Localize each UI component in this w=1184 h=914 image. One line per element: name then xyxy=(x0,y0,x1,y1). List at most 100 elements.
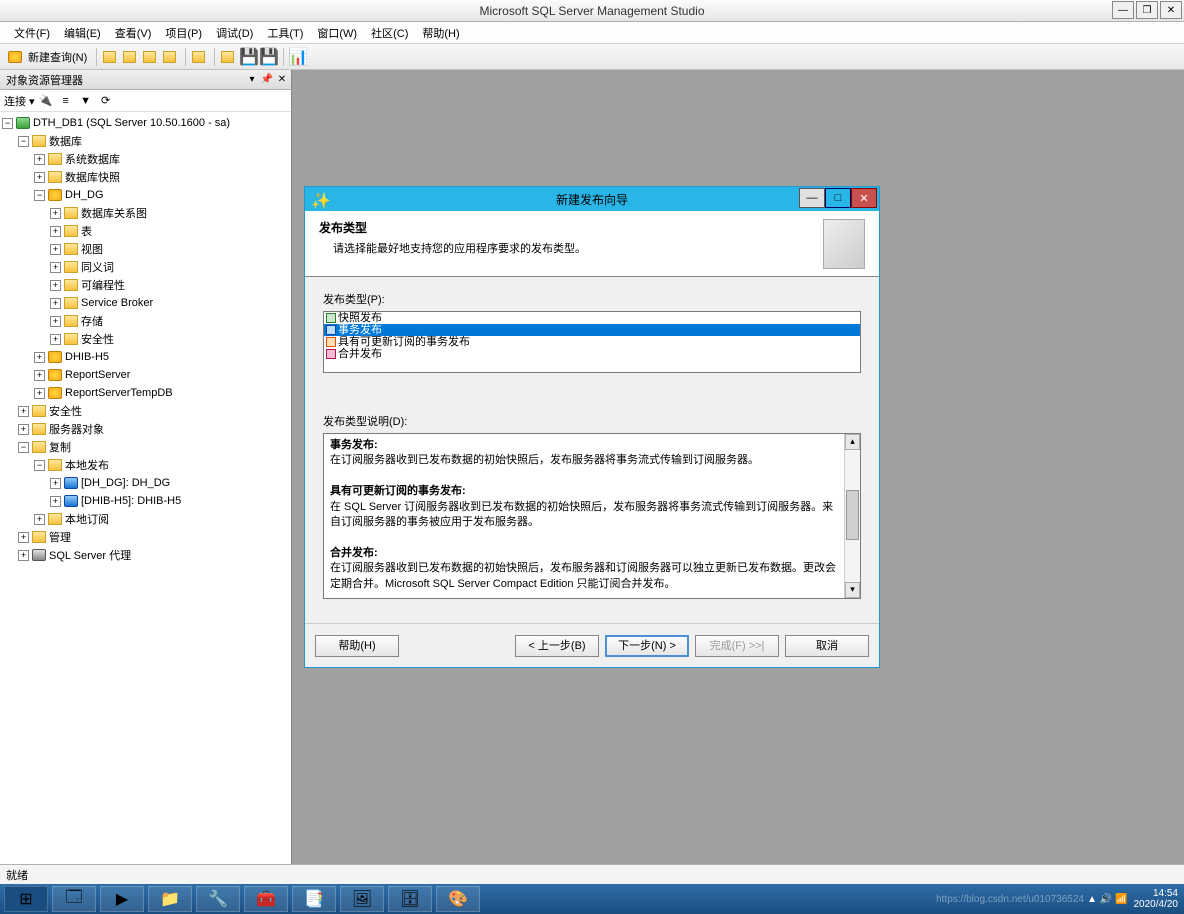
expand-icon[interactable]: + xyxy=(18,424,29,435)
dialog-close-button[interactable]: ✕ xyxy=(851,188,877,208)
expand-icon[interactable]: + xyxy=(50,478,61,489)
tree-localsub-node[interactable]: +本地订阅 xyxy=(2,510,289,528)
list-item-snapshot[interactable]: 快照发布 xyxy=(324,312,860,324)
scrollbar[interactable]: ▴ ▾ xyxy=(844,434,860,598)
panel-dropdown-icon[interactable]: ▾ xyxy=(245,74,259,85)
panel-close-icon[interactable]: ✕ xyxy=(275,74,289,85)
tree-pub1-node[interactable]: +[DH_DG]: DH_DG xyxy=(2,474,289,492)
next-button[interactable]: 下一步(N) > xyxy=(605,635,689,657)
connect-refresh-icon[interactable]: ⟳ xyxy=(97,92,115,110)
scroll-down-icon[interactable]: ▾ xyxy=(845,582,860,598)
expand-icon[interactable]: + xyxy=(50,262,61,273)
task-powershell[interactable]: ▶ xyxy=(100,886,144,912)
expand-icon[interactable]: + xyxy=(18,406,29,417)
menu-help[interactable]: 帮助(H) xyxy=(416,23,465,43)
expand-icon[interactable]: + xyxy=(18,532,29,543)
expand-icon[interactable]: + xyxy=(50,496,61,507)
new-query-button[interactable]: 新建查询(N) xyxy=(4,47,91,67)
tree-server-node[interactable]: −DTH_DB1 (SQL Server 10.50.1600 - sa) xyxy=(2,114,289,132)
expand-icon[interactable]: + xyxy=(50,334,61,345)
toolbar-activity-icon[interactable]: 📊 xyxy=(289,48,307,66)
dialog-titlebar[interactable]: ✨ 新建发布向导 — □ ✕ xyxy=(305,187,879,211)
tree-databases-node[interactable]: −数据库 xyxy=(2,132,289,150)
task-tool-3[interactable]: 📑 xyxy=(292,886,336,912)
toolbar-icon-2[interactable] xyxy=(122,48,140,66)
expand-icon[interactable]: + xyxy=(50,280,61,291)
expand-icon[interactable]: + xyxy=(50,208,61,219)
task-paint[interactable]: 🎨 xyxy=(436,886,480,912)
menu-community[interactable]: 社区(C) xyxy=(365,23,414,43)
description-textbox[interactable]: 事务发布: 在订阅服务器收到已发布数据的初始快照后，发布服务器将事务流式传输到订… xyxy=(323,433,861,599)
menu-edit[interactable]: 编辑(E) xyxy=(58,23,107,43)
tree-dhib-node[interactable]: +DHIB-H5 xyxy=(2,348,289,366)
menu-window[interactable]: 窗口(W) xyxy=(311,23,363,43)
connect-icon-2[interactable]: ≡ xyxy=(57,92,75,110)
expand-icon[interactable]: + xyxy=(50,226,61,237)
expand-icon[interactable]: + xyxy=(18,550,29,561)
task-tool-1[interactable]: 🔧 xyxy=(196,886,240,912)
start-button[interactable]: ⊞ xyxy=(4,886,48,912)
tree-report-node[interactable]: +ReportServer xyxy=(2,366,289,384)
tree-views-node[interactable]: +视图 xyxy=(2,240,289,258)
task-server-manager[interactable]: 🗔 xyxy=(52,886,96,912)
task-tool-2[interactable]: 🧰 xyxy=(244,886,288,912)
collapse-icon[interactable]: − xyxy=(18,136,29,147)
scroll-up-icon[interactable]: ▴ xyxy=(845,434,860,450)
toolbar-icon-1[interactable] xyxy=(102,48,120,66)
minimize-button[interactable]: — xyxy=(1112,1,1134,19)
object-tree[interactable]: −DTH_DB1 (SQL Server 10.50.1600 - sa) −数… xyxy=(0,112,291,864)
task-explorer[interactable]: 📁 xyxy=(148,886,192,912)
toolbar-open-icon[interactable] xyxy=(220,48,238,66)
tree-security-db-node[interactable]: +安全性 xyxy=(2,330,289,348)
list-item-merge[interactable]: 合并发布 xyxy=(324,348,860,360)
menu-debug[interactable]: 调试(D) xyxy=(210,23,259,43)
dialog-minimize-button[interactable]: — xyxy=(799,188,825,208)
toolbar-icon-3[interactable] xyxy=(142,48,160,66)
connect-icon-1[interactable]: 🔌 xyxy=(37,92,55,110)
tree-reporttemp-node[interactable]: +ReportServerTempDB xyxy=(2,384,289,402)
dialog-maximize-button[interactable]: □ xyxy=(825,188,851,208)
publication-type-listbox[interactable]: 快照发布 事务发布 具有可更新订阅的事务发布 合并发布 xyxy=(323,311,861,373)
tree-serverobj-node[interactable]: +服务器对象 xyxy=(2,420,289,438)
expand-icon[interactable]: + xyxy=(34,352,45,363)
menu-file[interactable]: 文件(F) xyxy=(8,23,56,43)
maximize-button[interactable]: ❐ xyxy=(1136,1,1158,19)
tree-pub2-node[interactable]: +[DHIB-H5]: DHIB-H5 xyxy=(2,492,289,510)
tree-dbsnap-node[interactable]: +数据库快照 xyxy=(2,168,289,186)
tree-synonyms-node[interactable]: +同义词 xyxy=(2,258,289,276)
connect-filter-icon[interactable]: ▼ xyxy=(77,92,95,110)
expand-icon[interactable]: + xyxy=(50,298,61,309)
help-button[interactable]: 帮助(H) xyxy=(315,635,399,657)
back-button[interactable]: < 上一步(B) xyxy=(515,635,599,657)
tree-agent-node[interactable]: +SQL Server 代理 xyxy=(2,546,289,564)
toolbar-icon-5[interactable] xyxy=(191,48,209,66)
tree-sysdb-node[interactable]: +系统数据库 xyxy=(2,150,289,168)
close-button[interactable]: ✕ xyxy=(1160,1,1182,19)
panel-pin-icon[interactable]: 📌 xyxy=(260,74,274,85)
tray-icons[interactable]: ▲ 🔊 📶 xyxy=(1087,894,1127,905)
collapse-icon[interactable]: − xyxy=(34,190,45,201)
menu-view[interactable]: 查看(V) xyxy=(109,23,158,43)
scroll-thumb[interactable] xyxy=(846,490,859,540)
toolbar-saveall-icon[interactable]: 💾 xyxy=(260,48,278,66)
tree-servicebroker-node[interactable]: +Service Broker xyxy=(2,294,289,312)
tree-management-node[interactable]: +管理 xyxy=(2,528,289,546)
menu-project[interactable]: 项目(P) xyxy=(159,23,208,43)
expand-icon[interactable]: + xyxy=(34,154,45,165)
list-item-transactional[interactable]: 事务发布 xyxy=(324,324,860,336)
tree-security-node[interactable]: +安全性 xyxy=(2,402,289,420)
expand-icon[interactable]: + xyxy=(34,388,45,399)
expand-icon[interactable]: + xyxy=(34,514,45,525)
tree-dhdg-node[interactable]: −DH_DG xyxy=(2,186,289,204)
connect-button[interactable]: 连接 ▾ xyxy=(4,93,35,109)
task-ssms[interactable]: 🗄 xyxy=(388,886,432,912)
expand-icon[interactable]: + xyxy=(34,172,45,183)
tree-programmability-node[interactable]: +可编程性 xyxy=(2,276,289,294)
tree-diagrams-node[interactable]: +数据库关系图 xyxy=(2,204,289,222)
cancel-button[interactable]: 取消 xyxy=(785,635,869,657)
expand-icon[interactable]: + xyxy=(50,316,61,327)
expand-icon[interactable]: + xyxy=(34,370,45,381)
scroll-track[interactable] xyxy=(845,450,860,582)
collapse-icon[interactable]: − xyxy=(18,442,29,453)
collapse-icon[interactable]: − xyxy=(2,118,13,129)
